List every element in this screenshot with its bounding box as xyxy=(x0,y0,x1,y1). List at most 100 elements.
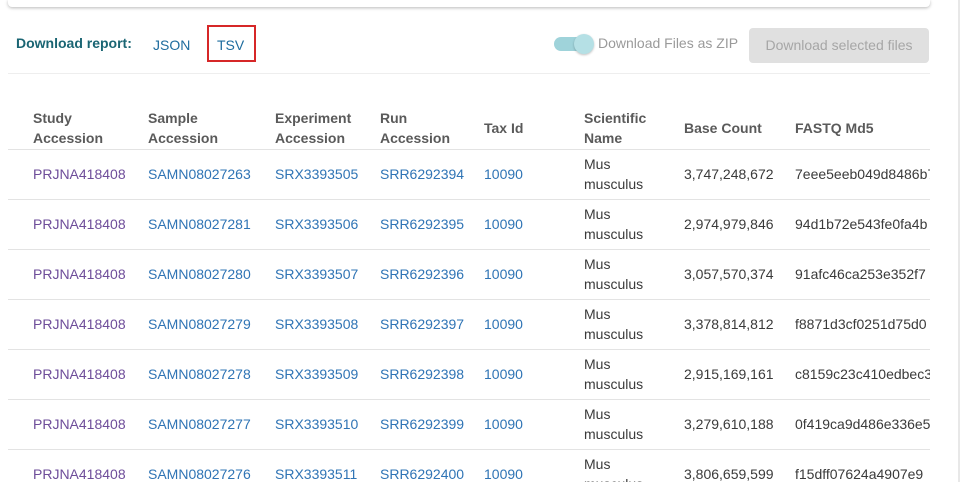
cell-md5: 91afc46ca253e352f7 xyxy=(795,266,926,282)
cell-base: 3,057,570,374 xyxy=(684,266,774,282)
scientific-name-part: Mus xyxy=(584,306,611,322)
scientific-name-part: musculus xyxy=(584,376,644,392)
cell-base: 2,915,169,161 xyxy=(684,366,774,382)
column-header-sample-line: Sample xyxy=(148,110,198,126)
cell-tax[interactable]: 10090 xyxy=(484,314,564,334)
results-table: Study Accession Sample Accession Experiment A… xyxy=(8,74,930,482)
cell-run[interactable]: SRR6292396 xyxy=(380,264,480,284)
scientific-name-part: Mus xyxy=(584,456,611,472)
scientific-name-part: musculus xyxy=(584,276,644,292)
table-row: PRJNA418408 SAMN08027278 SRX3393509 SRR6292… xyxy=(8,350,930,400)
column-header-sci-line: Name xyxy=(584,130,623,146)
cell-sample[interactable]: SAMN08027279 xyxy=(148,314,268,334)
cell-study[interactable]: PRJNA418408 xyxy=(33,314,143,334)
cell-md5: 0f419ca9d486e336e5 xyxy=(795,416,930,432)
cell-scientific-name: Mus musculus xyxy=(584,304,664,344)
column-header-md5-line: FASTQ Md5 xyxy=(795,120,874,136)
cell-run[interactable]: SRR6292397 xyxy=(380,314,480,334)
cell-run[interactable]: SRR6292394 xyxy=(380,164,480,184)
cell-run[interactable]: SRR6292395 xyxy=(380,214,480,234)
column-header-study[interactable]: Study Accession xyxy=(33,108,103,148)
cell-scientific-name: Mus musculus xyxy=(584,454,664,482)
cell-base: 3,747,248,672 xyxy=(684,166,774,182)
cell-experiment[interactable]: SRX3393509 xyxy=(275,364,375,384)
cell-tax[interactable]: 10090 xyxy=(484,214,564,234)
zip-toggle-thumb xyxy=(574,34,594,54)
scrollbar-track[interactable] xyxy=(958,0,960,482)
json-report-link[interactable]: JSON xyxy=(153,37,190,53)
cell-base: 3,806,659,599 xyxy=(684,466,774,482)
table-row: PRJNA418408 SAMN08027263 SRX3393505 SRR6292… xyxy=(8,150,930,200)
cell-study[interactable]: PRJNA418408 xyxy=(33,164,143,184)
cell-scientific-name: Mus musculus xyxy=(584,404,664,444)
cell-md5: 7eee5eeb049d8486b7 xyxy=(795,166,930,182)
column-header-experiment[interactable]: Experiment Accession xyxy=(275,108,351,148)
column-header-sample-line: Accession xyxy=(148,130,219,146)
cell-experiment[interactable]: SRX3393505 xyxy=(275,164,375,184)
cell-base: 2,974,979,846 xyxy=(684,216,774,232)
download-selected-files-button[interactable]: Download selected files xyxy=(749,28,929,63)
cell-experiment[interactable]: SRX3393510 xyxy=(275,414,375,434)
zip-toggle[interactable] xyxy=(554,34,594,54)
cell-study[interactable]: PRJNA418408 xyxy=(33,464,143,482)
cell-md5: f8871d3cf0251d75d0 xyxy=(795,316,927,332)
scientific-name-part: musculus xyxy=(584,426,644,442)
scientific-name-part: Mus xyxy=(584,406,611,422)
cell-study[interactable]: PRJNA418408 xyxy=(33,214,143,234)
zip-toggle-label: Download Files as ZIP xyxy=(598,35,739,51)
table-row: PRJNA418408 SAMN08027277 SRX3393510 SRR6292… xyxy=(8,400,930,450)
cell-experiment[interactable]: SRX3393511 xyxy=(275,464,375,482)
cell-sample[interactable]: SAMN08027277 xyxy=(148,414,268,434)
ena-download-page: Download report: JSON TSV Download Files… xyxy=(0,0,961,482)
column-header-run-line: Accession xyxy=(380,130,451,146)
column-header-md5[interactable]: FASTQ Md5 xyxy=(795,118,874,138)
cell-run[interactable]: SRR6292399 xyxy=(380,414,480,434)
scientific-name-part: musculus xyxy=(584,176,644,192)
column-header-base[interactable]: Base Count xyxy=(684,118,762,138)
cell-base: 3,279,610,188 xyxy=(684,416,774,432)
table-row: PRJNA418408 SAMN08027280 SRX3393507 SRR6292… xyxy=(8,250,930,300)
download-report-label: Download report: xyxy=(16,35,132,51)
cell-sample[interactable]: SAMN08027280 xyxy=(148,264,268,284)
cell-study[interactable]: PRJNA418408 xyxy=(33,364,143,384)
scientific-name-part: Mus xyxy=(584,156,611,172)
column-header-run-line: Run xyxy=(380,110,408,126)
cell-scientific-name: Mus musculus xyxy=(584,204,664,244)
table-row: PRJNA418408 SAMN08027281 SRX3393506 SRR6292… xyxy=(8,200,930,250)
cell-scientific-name: Mus musculus xyxy=(584,354,664,394)
cell-scientific-name: Mus musculus xyxy=(584,154,664,194)
cell-study[interactable]: PRJNA418408 xyxy=(33,264,143,284)
column-header-experiment-line: Accession xyxy=(275,130,346,146)
cell-experiment[interactable]: SRX3393508 xyxy=(275,314,375,334)
table-row: PRJNA418408 SAMN08027276 SRX3393511 SRR6292… xyxy=(8,450,930,482)
column-header-tax[interactable]: Tax Id xyxy=(484,118,523,138)
column-header-run[interactable]: Run Accession xyxy=(380,108,450,148)
scientific-name-part: Mus xyxy=(584,356,611,372)
cell-sample[interactable]: SAMN08027281 xyxy=(148,214,268,234)
tsv-report-link[interactable]: TSV xyxy=(217,37,244,53)
column-header-sci-line: Scientific xyxy=(584,110,647,126)
cell-run[interactable]: SRR6292400 xyxy=(380,464,480,482)
cell-tax[interactable]: 10090 xyxy=(484,464,564,482)
cell-tax[interactable]: 10090 xyxy=(484,414,564,434)
cell-run[interactable]: SRR6292398 xyxy=(380,364,480,384)
column-header-experiment-line: Experiment xyxy=(275,110,352,126)
scientific-name-part: musculus xyxy=(584,226,644,242)
cell-sample[interactable]: SAMN08027278 xyxy=(148,364,268,384)
column-header-sample[interactable]: Sample Accession xyxy=(148,108,218,148)
scientific-name-part: musculus xyxy=(584,474,664,482)
cell-experiment[interactable]: SRX3393507 xyxy=(275,264,375,284)
cell-tax[interactable]: 10090 xyxy=(484,364,564,384)
cell-md5: c8159c23c410edbec3 xyxy=(795,366,930,382)
cell-sample[interactable]: SAMN08027276 xyxy=(148,464,268,482)
column-header-sci[interactable]: Scientific Name xyxy=(584,108,646,148)
top-panel-edge xyxy=(8,0,930,7)
cell-experiment[interactable]: SRX3393506 xyxy=(275,214,375,234)
column-header-study-line: Study xyxy=(33,110,72,126)
cell-tax[interactable]: 10090 xyxy=(484,164,564,184)
cell-sample[interactable]: SAMN08027263 xyxy=(148,164,268,184)
scientific-name-part: Mus xyxy=(584,256,611,272)
cell-tax[interactable]: 10090 xyxy=(484,264,564,284)
cell-study[interactable]: PRJNA418408 xyxy=(33,414,143,434)
scientific-name-part: Mus xyxy=(584,206,611,222)
